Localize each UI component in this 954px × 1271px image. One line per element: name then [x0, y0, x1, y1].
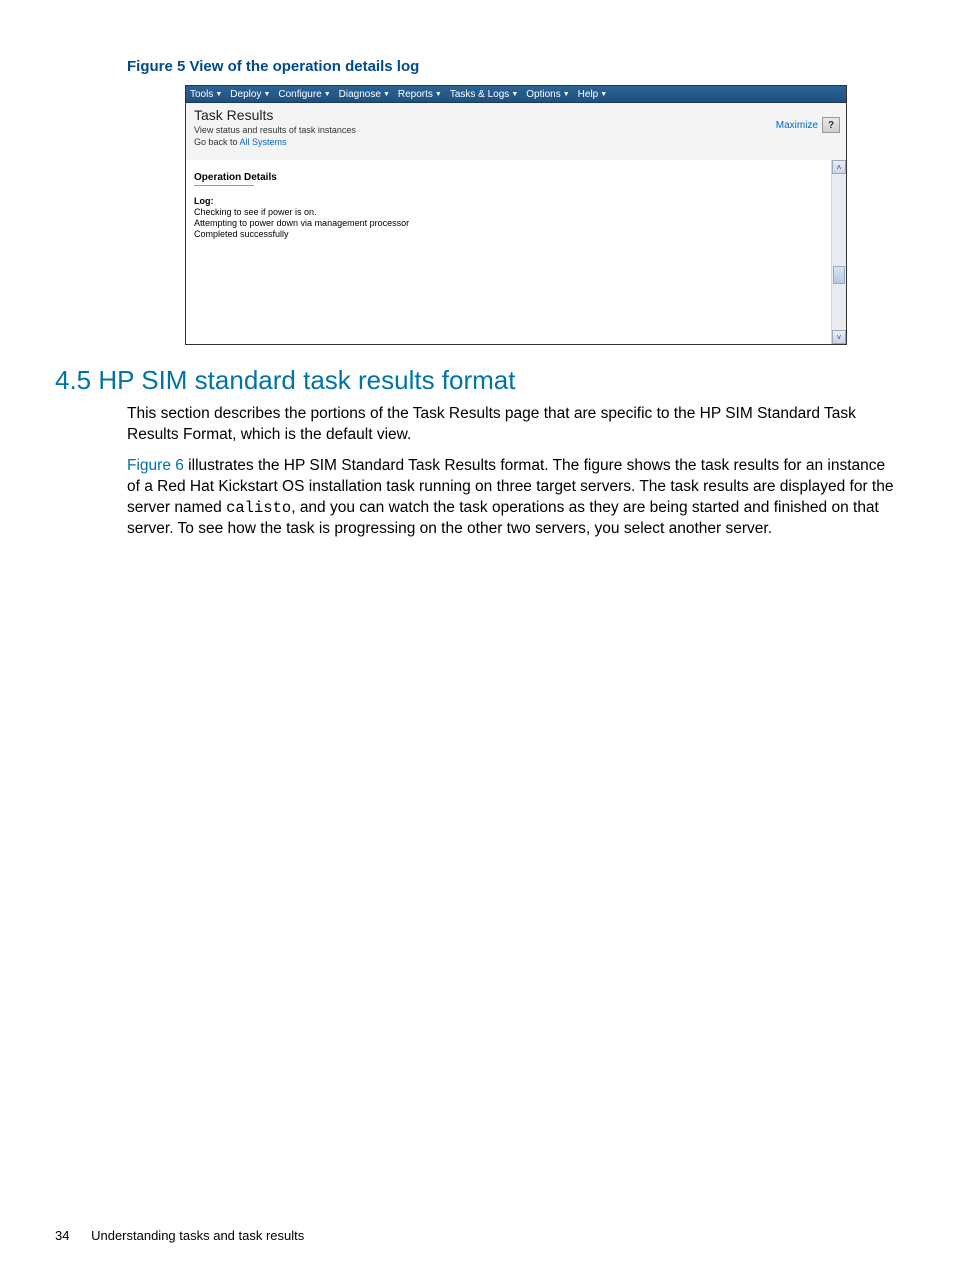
page-subtitle: View status and results of task instance… [194, 125, 838, 135]
menu-diagnose[interactable]: Diagnose▼ [339, 89, 390, 100]
menu-tools[interactable]: Tools▼ [190, 89, 222, 100]
log-line: Checking to see if power is on. [194, 207, 828, 217]
operation-details-pane: Operation Details Log: Checking to see i… [186, 160, 846, 344]
scroll-thumb[interactable] [833, 266, 845, 284]
menu-reports[interactable]: Reports▼ [398, 89, 442, 100]
operation-details-title: Operation Details [194, 172, 828, 183]
divider [194, 185, 254, 186]
log-line: Attempting to power down via management … [194, 218, 828, 228]
breadcrumb: Go back to All Systems [194, 137, 838, 147]
body-paragraph: This section describes the portions of t… [127, 404, 899, 446]
menu-options[interactable]: Options▼ [526, 89, 569, 100]
menubar: Tools▼ Deploy▼ Configure▼ Diagnose▼ Repo… [186, 86, 846, 103]
log-line: Completed successfully [194, 229, 828, 239]
menu-deploy[interactable]: Deploy▼ [230, 89, 270, 100]
scrollbar[interactable]: ˄ ˅ [831, 160, 846, 344]
figure-5-screenshot: Tools▼ Deploy▼ Configure▼ Diagnose▼ Repo… [185, 85, 847, 345]
log-label: Log: [194, 196, 828, 206]
maximize-link[interactable]: Maximize [776, 120, 818, 131]
server-name-code: calisto [226, 499, 291, 517]
section-heading: 4.5 HP SIM standard task results format [55, 365, 899, 396]
page-number: 34 [55, 1228, 69, 1243]
menu-tasks-logs[interactable]: Tasks & Logs▼ [450, 89, 518, 100]
chapter-title: Understanding tasks and task results [91, 1228, 304, 1243]
chevron-down-icon: ▼ [324, 91, 331, 98]
figure-caption: Figure 5 View of the operation details l… [127, 58, 899, 75]
chevron-down-icon: ▼ [511, 91, 518, 98]
chevron-down-icon: ▼ [563, 91, 570, 98]
page-footer: 34 Understanding tasks and task results [55, 1228, 304, 1243]
chevron-down-icon: ▼ [263, 91, 270, 98]
scroll-down-button[interactable]: ˅ [832, 330, 846, 344]
body-paragraph: Figure 6 illustrates the HP SIM Standard… [127, 456, 899, 540]
chevron-down-icon: ▼ [383, 91, 390, 98]
chevron-down-icon: ▼ [435, 91, 442, 98]
figure-6-link[interactable]: Figure 6 [127, 457, 184, 474]
menu-help[interactable]: Help▼ [578, 89, 608, 100]
scroll-up-button[interactable]: ˄ [832, 160, 846, 174]
page-title: Task Results [194, 107, 838, 123]
menu-configure[interactable]: Configure▼ [278, 89, 330, 100]
chevron-down-icon: ▼ [215, 91, 222, 98]
chevron-down-icon: ▼ [600, 91, 607, 98]
all-systems-link[interactable]: All Systems [240, 137, 287, 147]
task-results-header: Task Results View status and results of … [186, 103, 846, 160]
help-button[interactable]: ? [822, 117, 840, 133]
